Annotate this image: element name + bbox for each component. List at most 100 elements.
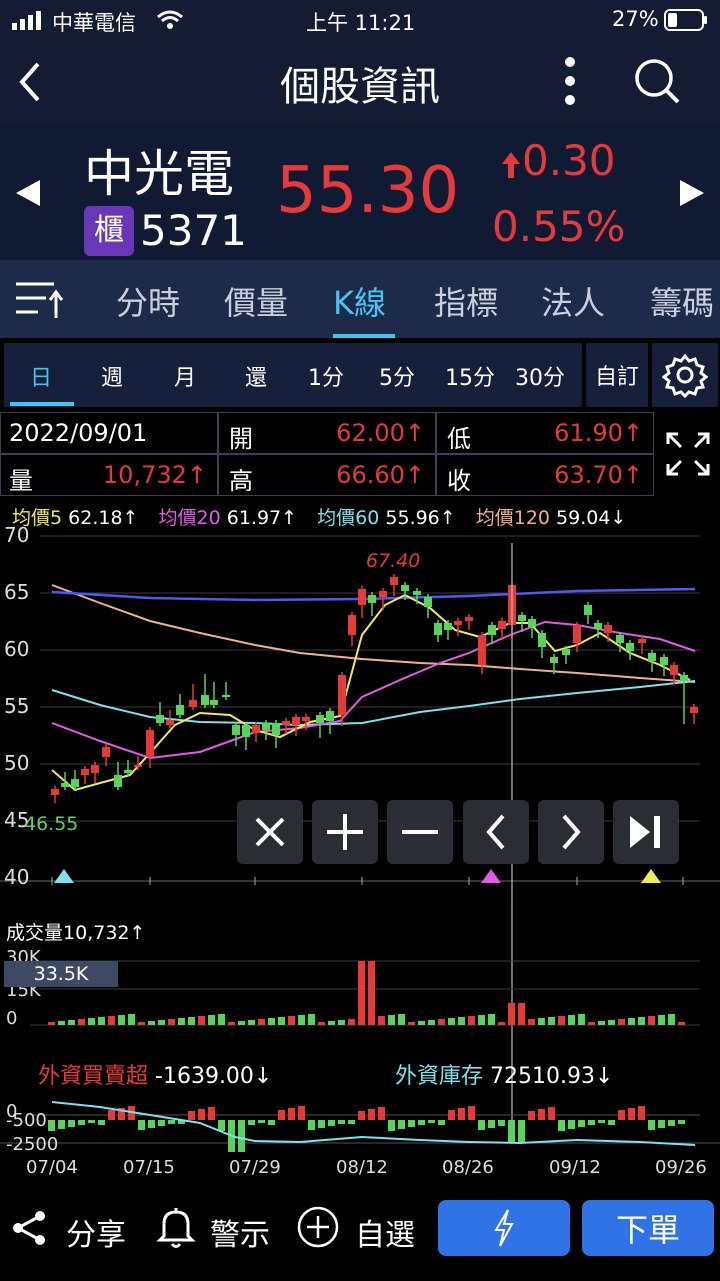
volume-bar — [58, 1021, 65, 1025]
candle-body — [488, 625, 496, 635]
lightning-icon — [494, 1209, 514, 1247]
close-chart-button[interactable] — [237, 800, 303, 864]
period-day[interactable]: 日 — [30, 360, 52, 392]
search-icon[interactable] — [632, 56, 682, 110]
candle-body — [51, 789, 59, 795]
x-label-3: 08/12 — [336, 1157, 388, 1178]
volume-bar — [298, 1015, 305, 1025]
settings-button[interactable] — [652, 343, 718, 407]
tab-institutions[interactable]: 法人 — [541, 278, 605, 324]
skip-to-latest-button[interactable] — [613, 800, 679, 864]
alert-button[interactable]: 警示 — [210, 1210, 270, 1254]
candle-body — [176, 705, 184, 715]
foreign-net-bar — [638, 1106, 645, 1120]
volume-title: 成交量10,732↑ — [6, 918, 145, 945]
zoom-in-button[interactable] — [312, 800, 378, 864]
bell-icon[interactable] — [156, 1206, 196, 1254]
ma60-marker — [54, 869, 74, 883]
foreign-net-bar — [628, 1108, 635, 1120]
period-custom[interactable]: 自訂 — [586, 343, 648, 407]
more-icon[interactable] — [560, 54, 580, 112]
candle-body — [444, 623, 452, 630]
candle-body — [498, 621, 506, 629]
foreign-net-bar — [668, 1120, 675, 1126]
up-arrow-icon — [500, 150, 522, 184]
open-label: 開 — [229, 425, 253, 453]
zoom-out-button[interactable] — [387, 800, 453, 864]
foreign-net-value: -1639.00↓ — [155, 1064, 273, 1089]
foreign-net-bar — [678, 1120, 685, 1124]
foreign-net-bar — [138, 1120, 145, 1130]
volume-bar — [88, 1018, 95, 1025]
volume-bar — [158, 1020, 165, 1025]
add-circle-icon[interactable] — [297, 1206, 339, 1252]
foreign-net-bar — [468, 1106, 475, 1120]
foreign-net-bar — [618, 1110, 625, 1120]
x-label-4: 08/26 — [442, 1157, 494, 1178]
candle-body — [616, 635, 624, 643]
foreign-holding: 外資庫存 72510.93↓ — [395, 1058, 613, 1090]
close-label: 收 — [447, 467, 471, 495]
tab-time-share[interactable]: 分時 — [116, 278, 180, 324]
candle-body — [401, 585, 409, 591]
volume-bar — [108, 1016, 115, 1025]
place-order-button[interactable]: 下單 — [582, 1200, 714, 1256]
scroll-right-button[interactable] — [538, 800, 604, 864]
next-stock-icon[interactable] — [678, 178, 706, 212]
scroll-left-button[interactable] — [463, 800, 529, 864]
candle-body — [594, 623, 602, 629]
period-30min[interactable]: 30分 — [515, 360, 565, 392]
tab-indicators[interactable]: 指標 — [434, 278, 498, 324]
share-button[interactable]: 分享 — [66, 1210, 126, 1254]
sort-menu-icon[interactable] — [16, 280, 64, 324]
volume-bar — [528, 1019, 535, 1025]
volume-bar — [628, 1018, 635, 1025]
volume-bar — [368, 961, 375, 1025]
candle-body — [604, 625, 612, 633]
quick-trade-button[interactable] — [438, 1200, 570, 1256]
candle-body — [146, 730, 154, 757]
volume-bar — [608, 1020, 615, 1025]
foreign-net-bar — [608, 1120, 615, 1125]
volume-bar — [488, 1014, 495, 1025]
period-week[interactable]: 週 — [101, 360, 123, 392]
candle-body — [338, 675, 346, 715]
tab-kline[interactable]: K線 — [333, 278, 386, 324]
share-icon[interactable] — [12, 1210, 48, 1250]
candle-body — [156, 715, 164, 723]
chevron-right-icon — [562, 814, 581, 850]
candle-body — [210, 700, 218, 705]
volume-bar — [98, 1017, 105, 1025]
period-1min[interactable]: 1分 — [308, 360, 344, 392]
foreign-net-bar — [158, 1120, 165, 1126]
candle-body — [252, 725, 260, 733]
fullscreen-button[interactable] — [656, 412, 720, 496]
period-month[interactable]: 月 — [174, 360, 196, 392]
active-period-indicator — [10, 402, 74, 406]
low-label: 低 — [447, 425, 471, 453]
foreign-net-bar — [218, 1120, 225, 1131]
foreign-net-bar — [528, 1111, 535, 1120]
period-15min[interactable]: 15分 — [445, 360, 495, 392]
period-5min[interactable]: 5分 — [379, 360, 415, 392]
candle-body — [189, 700, 197, 707]
volume-bar — [68, 1020, 75, 1025]
prev-stock-icon[interactable] — [14, 178, 42, 212]
foreign-net-bar — [658, 1120, 665, 1128]
candle-body — [201, 695, 209, 705]
candle-body — [584, 605, 592, 615]
vol-label: 量 — [9, 467, 33, 495]
vol-tick-0: 0 — [6, 1008, 18, 1029]
candle-body — [670, 665, 678, 675]
tab-chips[interactable]: 籌碼 — [650, 278, 714, 324]
volume-bar — [428, 1020, 435, 1025]
volume-value: 10,732↑ — [63, 922, 146, 944]
volume-bar — [388, 1015, 395, 1025]
period-adjusted[interactable]: 還 — [245, 360, 267, 392]
candle-body — [114, 775, 122, 787]
candle-body — [81, 769, 89, 775]
watchlist-button[interactable]: 自選 — [355, 1210, 415, 1254]
foreign-net-bar — [578, 1120, 585, 1127]
foreign-net-bar — [108, 1110, 115, 1120]
tab-price-volume[interactable]: 價量 — [224, 278, 288, 324]
